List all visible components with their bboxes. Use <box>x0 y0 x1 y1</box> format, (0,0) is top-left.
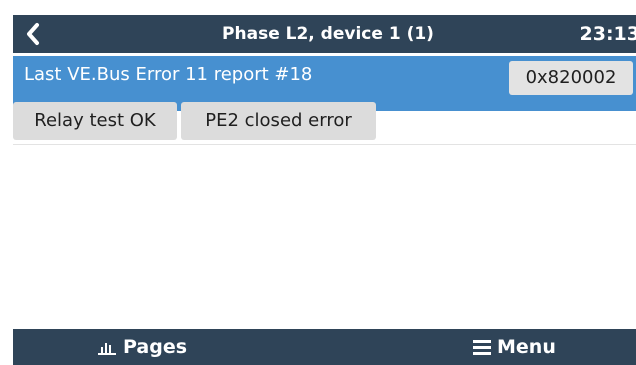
clock-time: 23:13 <box>579 23 636 45</box>
device-screen: Phase L2, device 1 (1) 23:13 Last VE.Bus… <box>13 15 636 365</box>
relay-test-status: Relay test OK <box>13 102 177 140</box>
chevron-left-icon <box>27 23 39 45</box>
page-title: Phase L2, device 1 (1) <box>222 24 434 44</box>
hamburger-menu-icon <box>473 339 491 355</box>
pages-label: Pages <box>123 336 188 358</box>
pe2-closed-error-status: PE2 closed error <box>181 102 376 140</box>
device-frame: Phase L2, device 1 (1) 23:13 Last VE.Bus… <box>0 0 636 365</box>
error-report-label: Last VE.Bus Error 11 report #18 <box>24 64 313 85</box>
bottom-bar: Pages Menu <box>13 329 636 365</box>
menu-button[interactable]: Menu <box>473 329 556 365</box>
menu-label: Menu <box>497 336 556 358</box>
top-bar: Phase L2, device 1 (1) 23:13 <box>13 15 636 53</box>
row-divider <box>13 144 636 145</box>
bar-chart-icon <box>97 339 117 355</box>
error-code-value: 0x820002 <box>509 61 633 95</box>
pages-button[interactable]: Pages <box>97 329 187 365</box>
back-button[interactable] <box>19 20 47 48</box>
